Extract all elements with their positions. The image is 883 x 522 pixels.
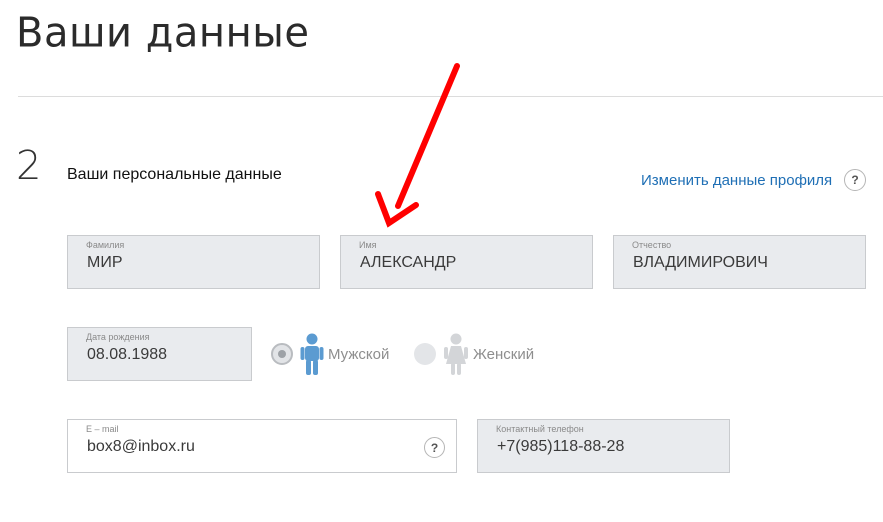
female-label: Женский <box>473 345 535 363</box>
edit-profile-link[interactable]: Изменить данные профиля <box>641 172 832 189</box>
male-label: Мужской <box>328 345 390 363</box>
female-person-icon <box>444 333 468 375</box>
divider <box>18 96 883 97</box>
email-help-icon[interactable]: ? <box>424 437 445 458</box>
male-person-icon <box>300 333 324 375</box>
email-label: E – mail <box>86 424 119 434</box>
step-number: 2 <box>16 143 42 189</box>
gender-option-male[interactable]: Мужской <box>271 333 389 375</box>
gender-option-female[interactable]: Женский <box>414 333 534 375</box>
surname-value: МИР <box>87 254 123 271</box>
birth-date-value: 08.08.1988 <box>87 346 168 363</box>
name-field[interactable]: Имя АЛЕКСАНДР <box>340 235 593 289</box>
phone-label: Контактный телефон <box>496 424 584 434</box>
female-radio[interactable] <box>414 343 436 365</box>
page-title: Ваши данные <box>16 9 310 57</box>
patronymic-field[interactable]: Отчество ВЛАДИМИРОВИЧ <box>613 235 866 289</box>
section-title: Ваши персональные данные <box>67 166 282 183</box>
email-field[interactable]: E – mail box8@inbox.ru <box>67 419 457 473</box>
birth-date-label: Дата рождения <box>86 332 150 342</box>
name-label: Имя <box>359 240 377 250</box>
male-radio[interactable] <box>271 343 293 365</box>
patronymic-value: ВЛАДИМИРОВИЧ <box>633 254 768 271</box>
patronymic-label: Отчество <box>632 240 672 250</box>
surname-label: Фамилия <box>86 240 125 250</box>
name-value: АЛЕКСАНДР <box>360 254 457 271</box>
email-value: box8@inbox.ru <box>87 438 195 455</box>
surname-field[interactable]: Фамилия МИР <box>67 235 320 289</box>
phone-field[interactable]: Контактный телефон +7(985)118-88-28 <box>477 419 730 473</box>
phone-value: +7(985)118-88-28 <box>497 438 625 455</box>
help-icon[interactable]: ? <box>844 169 866 191</box>
birth-date-field[interactable]: Дата рождения 08.08.1988 <box>67 327 252 381</box>
